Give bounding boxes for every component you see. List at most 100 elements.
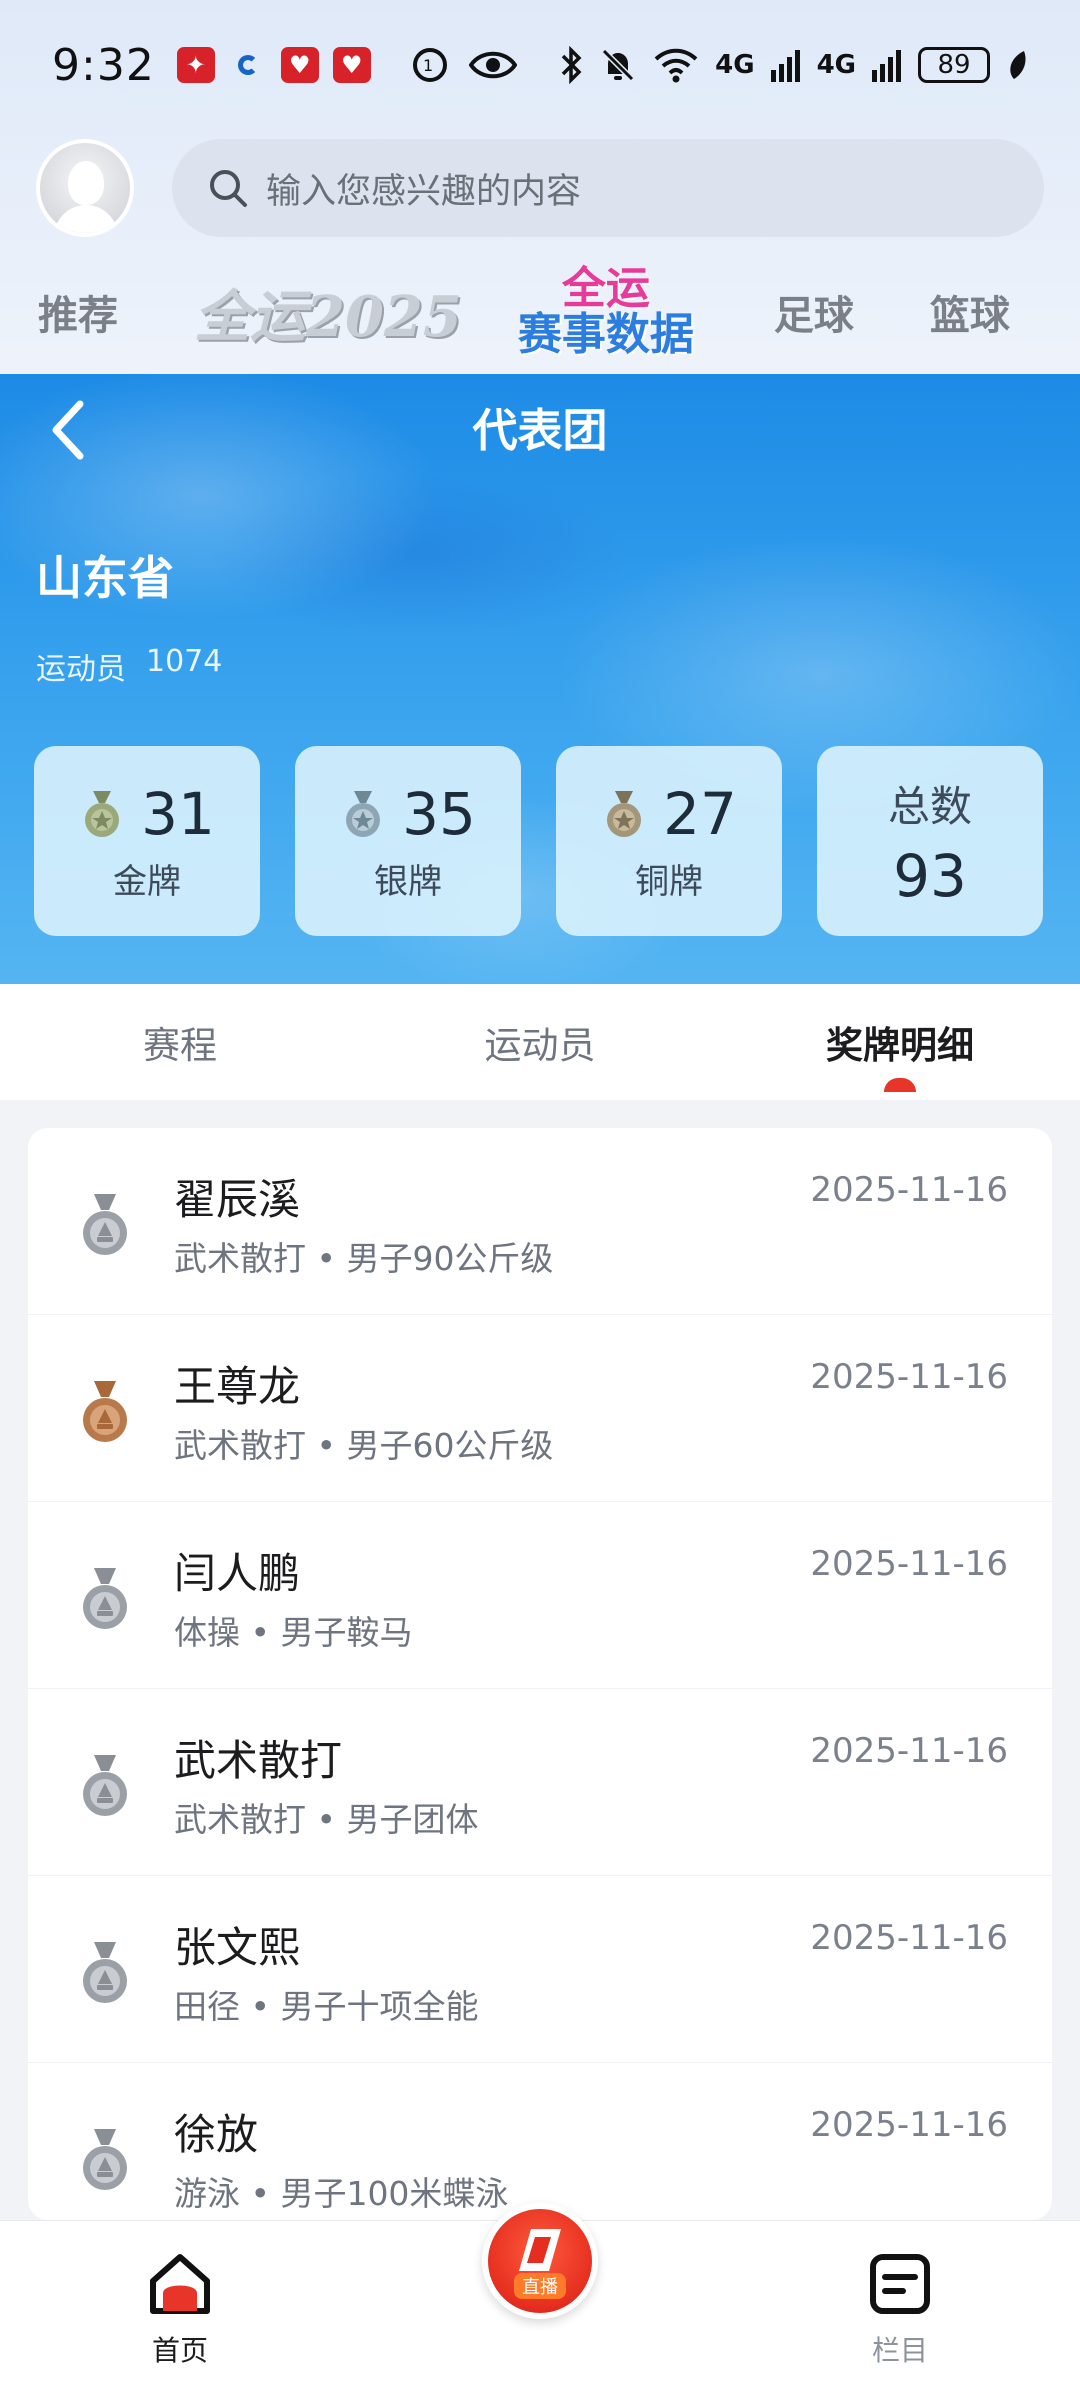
- search-row: 输入您感兴趣的内容: [0, 136, 1080, 240]
- silver-medal-icon: [83, 1755, 127, 1816]
- silver-count: 35: [402, 779, 476, 848]
- total-label: 总数: [887, 781, 972, 831]
- medalist-name: 翟辰溪: [174, 1175, 301, 1224]
- medal-date: 2025-11-16: [810, 1357, 1008, 1397]
- avatar[interactable]: [36, 139, 134, 237]
- nav-home-label: 首页: [151, 2334, 208, 2367]
- athletes-label: 运动员: [36, 652, 126, 687]
- list-item[interactable]: 武术散打 武术散打 • 男子团体 2025-11-16: [28, 1689, 1052, 1876]
- tab-competition-data-line2: 赛事数据: [517, 309, 694, 360]
- app-notification-icon: [229, 47, 267, 83]
- silver-label: 银牌: [374, 861, 442, 902]
- battery-indicator: 89: [918, 47, 990, 83]
- silver-medal-icon: [83, 1942, 127, 2003]
- bronze-medal-icon: [83, 1381, 127, 1442]
- medal-list: 翟辰溪 武术散打 • 男子90公斤级 2025-11-16 王尊龙 武术散打 •…: [28, 1128, 1052, 2220]
- medal-summary: 31 金牌 35 银牌 27 铜牌 总数 93: [34, 746, 1046, 936]
- tab-medal-details[interactable]: 奖牌明细: [720, 984, 1080, 1100]
- silver-medal-icon: [83, 1568, 127, 1629]
- gold-count: 31: [141, 779, 215, 848]
- delegation-hero: 代表团 山东省 运动员 1074 31 金牌 35 银牌 27 铜牌 总数 93: [0, 374, 1080, 984]
- medal-event: 武术散打 • 男子团体: [174, 1800, 479, 1839]
- medalist-name: 闫人鹏: [174, 1549, 301, 1598]
- bronze-medal-card: 27 铜牌: [556, 746, 782, 936]
- status-bar: 9:32 ✦ ♥ ♥ 1 4G 4G 89: [0, 0, 1080, 130]
- medal-date: 2025-11-16: [810, 1918, 1008, 1958]
- tab-recommend[interactable]: 推荐: [38, 283, 118, 341]
- nav-columns[interactable]: 栏目: [830, 2251, 970, 2369]
- list-item[interactable]: 王尊龙 武术散打 • 男子60公斤级 2025-11-16: [28, 1315, 1052, 1502]
- tab-football[interactable]: 足球: [774, 283, 854, 341]
- live-icon: [519, 2229, 561, 2271]
- silver-medal-card: 35 银牌: [295, 746, 521, 936]
- total-count: 93: [893, 841, 967, 910]
- list-item[interactable]: 翟辰溪 武术散打 • 男子90公斤级 2025-11-16: [28, 1128, 1052, 1315]
- hd-icon: 1: [412, 48, 447, 82]
- bottom-nav: 首页 直播 栏目: [0, 2203, 1080, 2388]
- bronze-label: 铜牌: [635, 861, 703, 902]
- total-medal-card: 总数 93: [817, 746, 1043, 936]
- avatar-head: [68, 161, 104, 205]
- status-mid-icons: 1: [411, 46, 517, 84]
- medal-date: 2025-11-16: [810, 1170, 1008, 1210]
- mute-icon: [602, 48, 635, 82]
- gold-medal-card: 31 金牌: [34, 746, 260, 936]
- search-placeholder: 输入您感兴趣的内容: [266, 171, 582, 212]
- signal-icon: 4G: [816, 50, 856, 80]
- tab-schedule[interactable]: 赛程: [0, 984, 360, 1100]
- status-time: 9:32: [52, 39, 155, 91]
- medal-event: 武术散打 • 男子90公斤级: [174, 1239, 554, 1278]
- active-tab-indicator: [884, 1078, 916, 1092]
- athlete-count-row: 运动员 1074: [36, 644, 222, 688]
- columns-icon: [870, 2254, 930, 2314]
- medalist-name: 武术散打: [174, 1736, 343, 1785]
- tab-athletes[interactable]: 运动员: [360, 984, 720, 1100]
- tab-athletes-label: 运动员: [484, 1024, 596, 1067]
- avatar-body: [54, 205, 118, 233]
- top-area: 9:32 ✦ ♥ ♥ 1 4G 4G 89 输入您感兴趣的内容 推荐 全运202…: [0, 0, 1080, 374]
- search-input[interactable]: 输入您感兴趣的内容: [172, 139, 1044, 237]
- content-tabs: 赛程 运动员 奖牌明细: [0, 984, 1080, 1100]
- team-name: 山东省: [36, 551, 174, 605]
- silver-medal-icon: [83, 2129, 127, 2190]
- live-badge: 直播: [514, 2273, 566, 2299]
- nav-home[interactable]: 首页: [110, 2251, 250, 2369]
- svg-text:1: 1: [423, 56, 433, 75]
- signal-bars-icon: [872, 50, 901, 82]
- list-item[interactable]: 张文熙 田径 • 男子十项全能 2025-11-16: [28, 1876, 1052, 2063]
- athletes-count: 1074: [146, 644, 223, 679]
- notification-icons: ✦ ♥ ♥: [176, 47, 371, 83]
- leaf-icon: [1010, 51, 1026, 79]
- home-icon: [150, 2254, 210, 2314]
- nav-columns-label: 栏目: [871, 2334, 928, 2367]
- eye-icon: [468, 51, 517, 79]
- bluetooth-icon: [561, 46, 582, 84]
- tab-basketball[interactable]: 篮球: [930, 283, 1010, 341]
- list-item[interactable]: 徐放 游泳 • 男子100米蝶泳 2025-11-16: [28, 2063, 1052, 2220]
- app-notification-icon: ♥: [332, 47, 371, 83]
- tab-competition-data[interactable]: 全运 赛事数据: [518, 267, 694, 357]
- gold-label: 金牌: [113, 861, 181, 902]
- medalist-name: 徐放: [174, 2110, 259, 2159]
- medal-event: 游泳 • 男子100米蝶泳: [174, 2174, 509, 2213]
- signal-bars-icon: [770, 50, 800, 82]
- medal-date: 2025-11-16: [810, 2105, 1008, 2145]
- silver-medal-icon: [83, 1194, 127, 1255]
- channel-tabs: 推荐 全运2025 全运 赛事数据 足球 篮球 综: [0, 250, 1080, 374]
- silver-medal-icon: [346, 790, 381, 837]
- search-icon: [210, 170, 247, 207]
- tab-schedule-label: 赛程: [143, 1024, 217, 1067]
- medal-date: 2025-11-16: [810, 1544, 1008, 1584]
- medal-date: 2025-11-16: [810, 1731, 1008, 1771]
- gold-medal-icon: [85, 790, 120, 837]
- tab-national-games-2025[interactable]: 全运2025: [194, 272, 462, 353]
- nav-live-button[interactable]: 直播: [482, 2203, 598, 2319]
- list-item[interactable]: 闫人鹏 体操 • 男子鞍马 2025-11-16: [28, 1502, 1052, 1689]
- medal-event: 体操 • 男子鞍马: [174, 1613, 413, 1652]
- tab-competition-data-line1: 全运: [561, 263, 650, 314]
- tab-medal-details-label: 奖牌明细: [826, 1024, 974, 1067]
- bronze-count: 27: [663, 779, 737, 848]
- signal-icon: 4G: [715, 50, 755, 80]
- medalist-name: 王尊龙: [174, 1362, 301, 1411]
- app-notification-icon: ✦: [176, 47, 215, 83]
